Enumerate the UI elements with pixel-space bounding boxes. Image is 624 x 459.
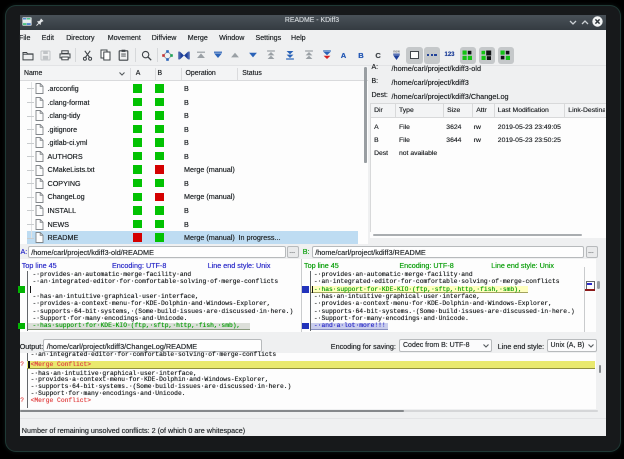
svg-text:new: new [393, 50, 400, 54]
